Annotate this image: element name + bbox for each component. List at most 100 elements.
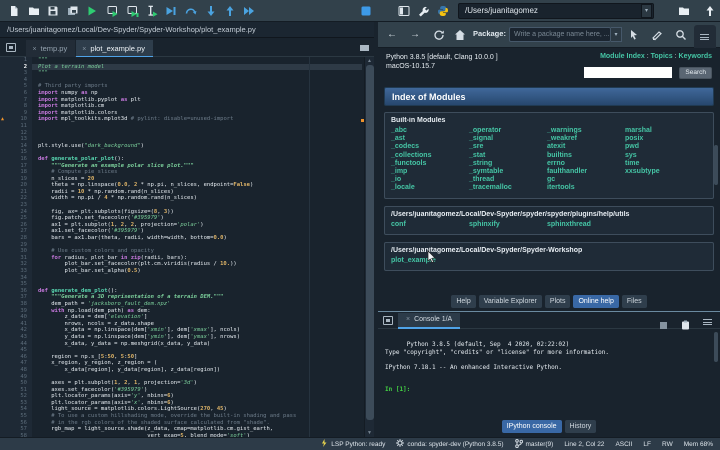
- module-link[interactable]: _collections: [391, 152, 469, 160]
- cwd-dropdown-button[interactable]: ▾: [641, 4, 652, 18]
- tab-online-help[interactable]: Online help: [573, 295, 619, 308]
- help-options-menu-icon[interactable]: [700, 34, 709, 40]
- module-link[interactable]: posix: [625, 135, 703, 143]
- working-directory-input[interactable]: /Users/juanitagomez: [458, 3, 654, 19]
- pointer-select-icon[interactable]: [628, 29, 640, 41]
- save-all-icon[interactable]: [67, 5, 79, 17]
- module-link[interactable]: _weakref: [547, 135, 625, 143]
- clear-icon[interactable]: [651, 29, 663, 41]
- status-rw[interactable]: RW: [662, 441, 673, 448]
- topics-link[interactable]: Topics: [651, 53, 673, 60]
- run-cell-advance-icon[interactable]: [127, 5, 139, 17]
- module-link[interactable]: itertools: [547, 184, 625, 192]
- module-link[interactable]: builtins: [547, 152, 625, 160]
- parent-directory-icon[interactable]: [704, 5, 716, 17]
- editor-tab-temp.py[interactable]: × temp.py: [26, 40, 76, 58]
- close-tab-icon[interactable]: ×: [32, 46, 36, 53]
- tab-plots[interactable]: Plots: [544, 295, 571, 308]
- editor-code-area[interactable]: """ Plot a terrain model """ # Third party …: [32, 57, 362, 437]
- status-mem-68-[interactable]: Mem 68%: [684, 441, 713, 448]
- module-link[interactable]: _signal: [469, 135, 547, 143]
- keywords-link[interactable]: Keywords: [679, 53, 712, 60]
- module-link[interactable]: time: [625, 160, 703, 168]
- step-over-icon[interactable]: [185, 5, 197, 17]
- module-link[interactable]: _tracemalloc: [469, 184, 547, 192]
- tab-variable-explorer[interactable]: Variable Explorer: [478, 295, 542, 308]
- save-icon[interactable]: [47, 5, 59, 17]
- run-file-icon[interactable]: [86, 5, 98, 17]
- module-link[interactable]: _operator: [469, 127, 547, 135]
- code-editor[interactable]: 1 2 3 4 5 6 7 8 9 ▲ 10 11 12 13 14 15 16 17 18 19 20 21 22 23 24…: [0, 57, 374, 437]
- module-link[interactable]: _stat: [469, 152, 547, 160]
- module-link[interactable]: gc: [547, 176, 625, 184]
- editor-options-menu-icon[interactable]: [360, 45, 369, 51]
- module-link[interactable]: errno: [547, 160, 625, 168]
- module-link[interactable]: sphinxthread: [547, 221, 625, 229]
- console-output[interactable]: Python 3.8.5 (default, Sep 4 2020, 02:22…: [378, 330, 720, 420]
- new-file-icon[interactable]: [8, 5, 20, 17]
- open-file-icon[interactable]: [28, 5, 40, 17]
- module-link[interactable]: _io: [391, 176, 469, 184]
- editor-tab-plot_example.py[interactable]: × plot_example.py: [76, 40, 153, 58]
- module-link[interactable]: _ast: [391, 135, 469, 143]
- help-scrollbar-thumb[interactable]: [714, 145, 718, 185]
- module-link[interactable]: faulthandler: [547, 168, 625, 176]
- scroll-down-arrow[interactable]: ▼: [367, 430, 372, 436]
- module-link[interactable]: _abc: [391, 127, 469, 135]
- forward-icon[interactable]: →: [409, 29, 421, 41]
- module-link[interactable]: marshal: [625, 127, 703, 135]
- console-options-menu-icon[interactable]: [703, 319, 712, 325]
- status-conda[interactable]: conda: spyder-dev (Python 3.8.5): [396, 439, 504, 449]
- preferences-wrench-icon[interactable]: [417, 5, 429, 17]
- editor-scrollbar-thumb[interactable]: [366, 65, 374, 420]
- stop-icon[interactable]: [360, 5, 372, 17]
- module-link[interactable]: pwd: [625, 143, 703, 151]
- console-tab[interactable]: × Console 1/A: [398, 313, 461, 329]
- search-button[interactable]: Search: [679, 66, 712, 79]
- module-link[interactable]: atexit: [547, 143, 625, 151]
- module-link[interactable]: _functools: [391, 160, 469, 168]
- close-tab-icon[interactable]: ×: [82, 46, 86, 53]
- tab-history[interactable]: History: [564, 420, 597, 433]
- python-path-manager-icon[interactable]: [437, 5, 449, 17]
- home-icon[interactable]: [454, 29, 466, 41]
- module-link[interactable]: _codecs: [391, 143, 469, 151]
- search-icon[interactable]: [675, 29, 687, 41]
- console-scrollbar[interactable]: [713, 332, 719, 418]
- debug-file-icon[interactable]: [165, 5, 177, 17]
- step-into-icon[interactable]: [205, 5, 217, 17]
- scroll-up-arrow[interactable]: ▲: [367, 58, 372, 64]
- close-console-icon[interactable]: ×: [406, 316, 410, 323]
- tab-help[interactable]: Help: [451, 295, 476, 308]
- module-link[interactable]: xxsubtype: [625, 168, 703, 176]
- package-name-input[interactable]: Write a package name here, ...: [509, 27, 611, 42]
- status-lsp-python[interactable]: LSP Python: ready: [320, 439, 385, 449]
- module-link[interactable]: _thread: [469, 176, 547, 184]
- module-link[interactable]: _imp: [391, 168, 469, 176]
- reload-icon[interactable]: [433, 29, 445, 41]
- status-ascii[interactable]: ASCII: [615, 441, 632, 448]
- module-link[interactable]: _symtable: [469, 168, 547, 176]
- status-master-9-[interactable]: master(9): [514, 438, 553, 450]
- status-line-2-col-22[interactable]: Line 2, Col 22: [564, 441, 604, 448]
- back-icon[interactable]: ←: [386, 29, 398, 41]
- step-return-icon[interactable]: [224, 5, 236, 17]
- module-link[interactable]: _string: [469, 160, 547, 168]
- console-browse-tabs-icon[interactable]: [383, 316, 393, 325]
- module-link[interactable]: conf: [391, 221, 469, 229]
- status-lf[interactable]: LF: [643, 441, 651, 448]
- module-link[interactable]: sphinxify: [469, 221, 547, 229]
- module-search-input[interactable]: [583, 67, 672, 79]
- module-link[interactable]: sys: [625, 152, 703, 160]
- module-link[interactable]: _sre: [469, 143, 547, 151]
- module-link[interactable]: _locale: [391, 184, 469, 192]
- run-selection-icon[interactable]: [146, 5, 158, 17]
- tab-files[interactable]: Files: [621, 295, 647, 308]
- package-dropdown-button[interactable]: ▾: [611, 27, 622, 42]
- debug-continue-icon[interactable]: [243, 5, 255, 17]
- console-scrollbar-thumb[interactable]: [714, 332, 718, 362]
- tab-ipython-console[interactable]: IPython console: [501, 420, 562, 433]
- maximize-pane-icon[interactable]: [398, 5, 410, 17]
- module-index-link[interactable]: Module Index: [600, 53, 645, 60]
- module-link[interactable]: _warnings: [547, 127, 625, 135]
